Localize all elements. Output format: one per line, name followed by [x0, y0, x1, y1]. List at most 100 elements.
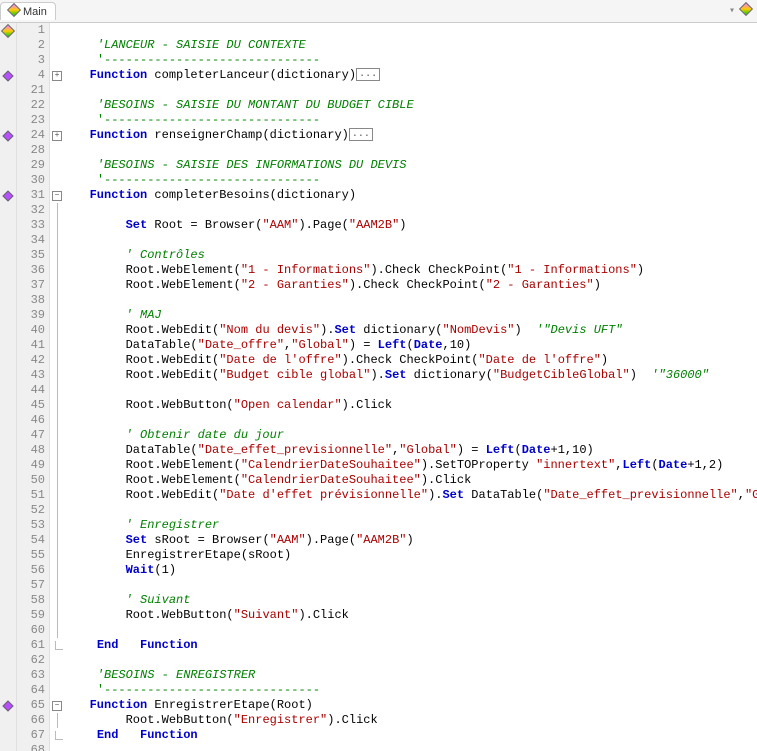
- code-text[interactable]: Root.WebElement("1 - Informations").Chec…: [64, 263, 757, 278]
- code-text[interactable]: [64, 503, 757, 518]
- code-line[interactable]: 37 Root.WebElement("2 - Garanties").Chec…: [0, 278, 757, 293]
- code-line[interactable]: 51 Root.WebEdit("Date d'effet prévisionn…: [0, 488, 757, 503]
- code-line[interactable]: 43 Root.WebEdit("Budget cible global").S…: [0, 368, 757, 383]
- code-line[interactable]: 60: [0, 623, 757, 638]
- fold-collapse-icon[interactable]: −: [52, 701, 62, 711]
- code-text[interactable]: Root.WebElement("CalendrierDateSouhaitee…: [64, 473, 757, 488]
- tab-dropdown-icon[interactable]: ▾: [729, 5, 735, 17]
- code-text[interactable]: 'BESOINS - ENREGISTRER: [64, 668, 757, 683]
- code-line[interactable]: 55 EnregistrerEtape(sRoot): [0, 548, 757, 563]
- fold-expand-icon[interactable]: +: [52, 71, 62, 81]
- code-line[interactable]: 42 Root.WebEdit("Date de l'offre").Check…: [0, 353, 757, 368]
- fold-expand-icon[interactable]: +: [52, 131, 62, 141]
- code-line[interactable]: 66 Root.WebButton("Enregistrer").Click: [0, 713, 757, 728]
- code-text[interactable]: '------------------------------: [64, 113, 757, 128]
- code-text[interactable]: Root.WebButton("Enregistrer").Click: [64, 713, 757, 728]
- code-line[interactable]: 63 'BESOINS - ENREGISTRER: [0, 668, 757, 683]
- code-line[interactable]: 28: [0, 143, 757, 158]
- code-text[interactable]: [64, 623, 757, 638]
- code-line[interactable]: 46: [0, 413, 757, 428]
- code-text[interactable]: Root.WebEdit("Date de l'offre").Check Ch…: [64, 353, 757, 368]
- code-text[interactable]: Set Root = Browser("AAM").Page("AAM2B"): [64, 218, 757, 233]
- code-text[interactable]: ' Contrôles: [64, 248, 757, 263]
- code-text[interactable]: [64, 203, 757, 218]
- code-line[interactable]: 68: [0, 743, 757, 751]
- code-line[interactable]: 48 DataTable("Date_effet_previsionnelle"…: [0, 443, 757, 458]
- code-line[interactable]: 49 Root.WebElement("CalendrierDateSouhai…: [0, 458, 757, 473]
- code-text[interactable]: Function EnregistrerEtape(Root): [64, 698, 757, 713]
- code-line[interactable]: 36 Root.WebElement("1 - Informations").C…: [0, 263, 757, 278]
- code-text[interactable]: Root.WebEdit("Date d'effet prévisionnell…: [64, 488, 757, 503]
- code-line[interactable]: 39 ' MAJ: [0, 308, 757, 323]
- code-line[interactable]: 22 'BESOINS - SAISIE DU MONTANT DU BUDGE…: [0, 98, 757, 113]
- code-text[interactable]: [64, 293, 757, 308]
- code-line[interactable]: 40 Root.WebEdit("Nom du devis").Set dict…: [0, 323, 757, 338]
- code-text[interactable]: Root.WebButton("Suivant").Click: [64, 608, 757, 623]
- code-line[interactable]: 58 ' Suivant: [0, 593, 757, 608]
- code-text[interactable]: ' Obtenir date du jour: [64, 428, 757, 443]
- code-line[interactable]: 59 Root.WebButton("Suivant").Click: [0, 608, 757, 623]
- code-line[interactable]: 33 Set Root = Browser("AAM").Page("AAM2B…: [0, 218, 757, 233]
- code-text[interactable]: [64, 143, 757, 158]
- code-line[interactable]: 21: [0, 83, 757, 98]
- code-text[interactable]: Root.WebButton("Open calendar").Click: [64, 398, 757, 413]
- code-text[interactable]: 'LANCEUR - SAISIE DU CONTEXTE: [64, 38, 757, 53]
- code-line[interactable]: 57: [0, 578, 757, 593]
- code-text[interactable]: End Function: [64, 728, 757, 743]
- tab-main[interactable]: Main: [0, 2, 56, 20]
- code-line[interactable]: 23 '------------------------------: [0, 113, 757, 128]
- code-text[interactable]: ' Enregistrer: [64, 518, 757, 533]
- code-line[interactable]: 38: [0, 293, 757, 308]
- code-line[interactable]: 29 'BESOINS - SAISIE DES INFORMATIONS DU…: [0, 158, 757, 173]
- code-line[interactable]: 3 '------------------------------: [0, 53, 757, 68]
- fold-cell[interactable]: −: [50, 698, 64, 713]
- fold-cell[interactable]: +: [50, 128, 64, 143]
- collapsed-marker[interactable]: ...: [349, 128, 373, 141]
- code-line[interactable]: 50 Root.WebElement("CalendrierDateSouhai…: [0, 473, 757, 488]
- code-line[interactable]: 56 Wait(1): [0, 563, 757, 578]
- code-text[interactable]: Function renseignerChamp(dictionary)...: [64, 128, 757, 143]
- code-text[interactable]: [64, 743, 757, 751]
- code-line[interactable]: 62: [0, 653, 757, 668]
- code-line[interactable]: 32: [0, 203, 757, 218]
- code-area[interactable]: 12 'LANCEUR - SAISIE DU CONTEXTE3 '-----…: [0, 23, 757, 751]
- code-line[interactable]: 44: [0, 383, 757, 398]
- code-line[interactable]: 45 Root.WebButton("Open calendar").Click: [0, 398, 757, 413]
- code-text[interactable]: 'BESOINS - SAISIE DES INFORMATIONS DU DE…: [64, 158, 757, 173]
- code-line[interactable]: 65− Function EnregistrerEtape(Root): [0, 698, 757, 713]
- code-text[interactable]: Wait(1): [64, 563, 757, 578]
- code-text[interactable]: [64, 233, 757, 248]
- code-text[interactable]: DataTable("Date_offre","Global") = Left(…: [64, 338, 757, 353]
- code-text[interactable]: Set sRoot = Browser("AAM").Page("AAM2B"): [64, 533, 757, 548]
- code-text[interactable]: [64, 578, 757, 593]
- code-text[interactable]: 'BESOINS - SAISIE DU MONTANT DU BUDGET C…: [64, 98, 757, 113]
- code-text[interactable]: DataTable("Date_effet_previsionnelle","G…: [64, 443, 757, 458]
- code-text[interactable]: [64, 83, 757, 98]
- code-line[interactable]: 4+ Function completerLanceur(dictionary)…: [0, 68, 757, 83]
- code-line[interactable]: 30 '------------------------------: [0, 173, 757, 188]
- code-line[interactable]: 52: [0, 503, 757, 518]
- code-text[interactable]: '------------------------------: [64, 683, 757, 698]
- code-line[interactable]: 47 ' Obtenir date du jour: [0, 428, 757, 443]
- code-text[interactable]: Root.WebElement("CalendrierDateSouhaitee…: [64, 458, 757, 473]
- code-line[interactable]: 61 End Function: [0, 638, 757, 653]
- code-text[interactable]: Root.WebEdit("Nom du devis").Set diction…: [64, 323, 757, 338]
- overflow-button[interactable]: [741, 4, 751, 18]
- code-line[interactable]: 1: [0, 23, 757, 38]
- code-line[interactable]: 41 DataTable("Date_offre","Global") = Le…: [0, 338, 757, 353]
- code-line[interactable]: 54 Set sRoot = Browser("AAM").Page("AAM2…: [0, 533, 757, 548]
- code-text[interactable]: [64, 653, 757, 668]
- code-text[interactable]: Root.WebElement("2 - Garanties").Check C…: [64, 278, 757, 293]
- code-line[interactable]: 31− Function completerBesoins(dictionary…: [0, 188, 757, 203]
- code-text[interactable]: '------------------------------: [64, 173, 757, 188]
- code-line[interactable]: 67 End Function: [0, 728, 757, 743]
- code-text[interactable]: Root.WebEdit("Budget cible global").Set …: [64, 368, 757, 383]
- code-line[interactable]: 2 'LANCEUR - SAISIE DU CONTEXTE: [0, 38, 757, 53]
- code-line[interactable]: 35 ' Contrôles: [0, 248, 757, 263]
- code-text[interactable]: [64, 383, 757, 398]
- code-line[interactable]: 53 ' Enregistrer: [0, 518, 757, 533]
- collapsed-marker[interactable]: ...: [356, 68, 380, 81]
- code-text[interactable]: EnregistrerEtape(sRoot): [64, 548, 757, 563]
- code-text[interactable]: Function completerBesoins(dictionary): [64, 188, 757, 203]
- code-text[interactable]: ' Suivant: [64, 593, 757, 608]
